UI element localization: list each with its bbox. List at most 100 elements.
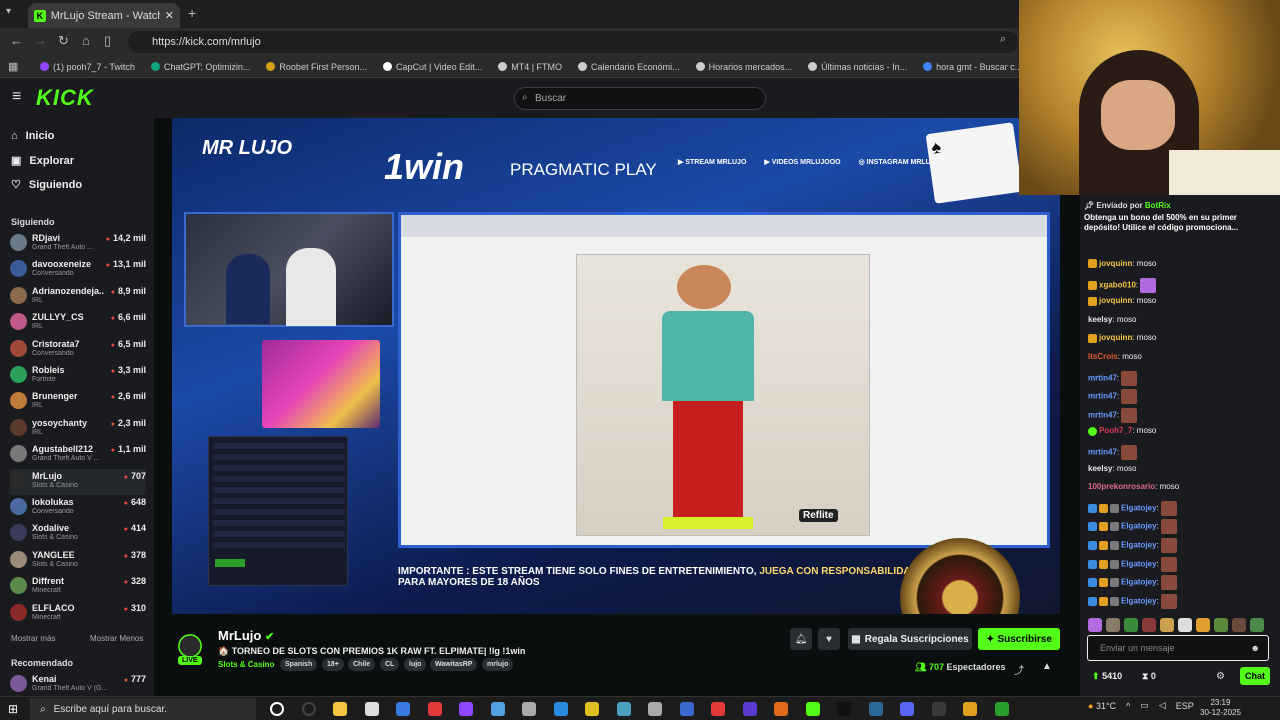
tag[interactable]: Chile xyxy=(348,658,376,671)
language-indicator[interactable]: ESP xyxy=(1176,701,1194,711)
browser-tab[interactable]: K MrLujo Stream - Watch Liv... ✕ xyxy=(28,3,180,28)
bookmark-item[interactable]: CapCut | Video Edit... xyxy=(382,62,482,72)
sidebar-channel-adrianozendeja-[interactable]: Adrianozendeja...IRL 8,9 mil xyxy=(10,284,146,310)
emote[interactable] xyxy=(1250,618,1264,632)
sidebar-channel-cristorata7[interactable]: Cristorata7Conversando 6,5 mil xyxy=(10,337,146,363)
video-player[interactable]: MR LUJO 1win PRAGMATIC PLAY ▶ STREAM MRL… xyxy=(172,118,1060,614)
show-less-link[interactable]: Mostrar Menos xyxy=(90,634,143,643)
app-icon[interactable] xyxy=(396,702,410,716)
notepad-icon[interactable] xyxy=(364,702,379,716)
clock[interactable]: 23:19 30-12-2025 xyxy=(1200,698,1241,718)
zoom-search-icon[interactable]: ⌕ xyxy=(1000,33,1006,46)
chat-username[interactable]: Elgatojey xyxy=(1121,559,1157,568)
file-explorer-icon[interactable] xyxy=(333,702,347,716)
twitch-icon[interactable] xyxy=(459,702,473,716)
emote[interactable] xyxy=(1178,618,1192,632)
bookmark-item[interactable]: Calendario Económi... xyxy=(578,62,680,72)
sidebar-channel-mrlujo[interactable]: MrLujoSlots & Casino 707 xyxy=(10,468,146,495)
kick-logo[interactable]: KICK xyxy=(36,85,94,111)
search-input[interactable]: ⌕ Buscar xyxy=(514,87,766,110)
bookmark-item[interactable]: Roobet First Person... xyxy=(266,62,367,72)
home-icon[interactable]: ⌂ xyxy=(82,33,90,48)
app-icon[interactable] xyxy=(427,702,442,716)
bookmark-item[interactable]: ChatGPT: Optimizin... xyxy=(150,62,250,72)
chat-username[interactable]: Elgatojey xyxy=(1121,578,1157,587)
split-view-icon[interactable]: ▯ xyxy=(104,33,111,49)
timer-count[interactable]: ⧗ 0 xyxy=(1142,671,1156,682)
chat-username[interactable]: jovquinn xyxy=(1099,333,1132,342)
streamer-name[interactable]: MrLujo ✔ xyxy=(218,628,274,643)
chat-username[interactable]: 100prekonrosario xyxy=(1088,482,1155,491)
tag[interactable]: lujo xyxy=(404,658,427,671)
windows-start-icon[interactable]: ⊞ xyxy=(8,702,22,716)
sidebar-channel-diffrent[interactable]: DiffrentMinecraft 328 xyxy=(10,574,146,600)
app-icon[interactable] xyxy=(616,702,631,716)
app-icon[interactable] xyxy=(585,702,599,716)
emote[interactable] xyxy=(1160,618,1174,632)
chat-username[interactable]: mrtin47 xyxy=(1088,410,1117,419)
app-icon[interactable] xyxy=(994,702,1009,716)
weather[interactable]: ● 31°C xyxy=(1088,701,1116,711)
chat-username[interactable]: Elgatojey xyxy=(1121,503,1157,512)
emote[interactable] xyxy=(1124,618,1138,632)
zoom-icon[interactable] xyxy=(553,702,568,716)
sidebar-channel-davooxeneize[interactable]: davooxeneizeConversando 13,1 mil xyxy=(10,257,146,283)
sidebar-channel-robleis[interactable]: RobleisFortnite 3,3 mil xyxy=(10,363,146,389)
bookmark-item[interactable]: Horarios mercados... xyxy=(695,62,792,72)
gift-subs-button[interactable]: ▦ Regala Suscripciones xyxy=(848,628,972,650)
apps-icon[interactable]: ▦ xyxy=(8,60,18,73)
forward-icon[interactable]: → xyxy=(34,33,47,48)
tiktok-icon[interactable] xyxy=(837,702,851,716)
reload-icon[interactable]: ↻ xyxy=(58,33,69,49)
chat-username[interactable]: jovquinn xyxy=(1099,259,1132,268)
app-icon[interactable] xyxy=(742,702,757,716)
app-icon[interactable] xyxy=(774,702,788,716)
bookmark-item[interactable]: MT4 | FTMO xyxy=(498,62,562,72)
app-icon[interactable] xyxy=(648,702,662,716)
chat-username[interactable]: Pooh7_7 xyxy=(1099,426,1132,435)
nav-explorar[interactable]: ▣ Explorar xyxy=(11,154,74,168)
emote[interactable] xyxy=(1142,618,1156,632)
tab-list-icon[interactable]: ▾ xyxy=(6,6,11,17)
tag[interactable]: Spanish xyxy=(280,658,318,671)
network-icon[interactable]: ▭ xyxy=(1140,700,1149,711)
sidebar-channel-rdjavi[interactable]: RDjaviGrand Theft Auto ... 14,2 mil xyxy=(10,231,146,257)
emote[interactable] xyxy=(1088,618,1102,632)
steam-icon[interactable] xyxy=(868,702,883,716)
emote[interactable] xyxy=(1196,618,1210,632)
stream-category[interactable]: Slots & Casino xyxy=(218,660,274,669)
emote[interactable] xyxy=(1214,618,1228,632)
chat-username[interactable]: keelsy xyxy=(1088,315,1112,324)
chat-username[interactable]: Elgatojey xyxy=(1121,522,1157,531)
app-icon[interactable] xyxy=(711,702,725,716)
app-icon[interactable] xyxy=(522,702,536,716)
chat-username[interactable]: xgabo010 xyxy=(1099,280,1136,289)
bookmark-item[interactable]: hora gmt - Buscar c... xyxy=(923,62,1022,72)
discord-icon[interactable] xyxy=(900,702,914,716)
settings-gear-icon[interactable]: ⚙ xyxy=(1216,671,1225,682)
chat-input[interactable]: Enviar un mensaje ☻ xyxy=(1087,635,1269,661)
tag[interactable]: WawitasRP xyxy=(430,658,478,671)
emote[interactable] xyxy=(1106,618,1120,632)
task-view-icon[interactable] xyxy=(301,702,316,716)
sidebar-channel-lokolukas[interactable]: lokolukasConversando 648 xyxy=(10,495,146,521)
sidebar-channel-brunenger[interactable]: BrunengerIRL 2,6 mil xyxy=(10,389,146,415)
taskbar-search[interactable]: ⌕ Escribe aquí para buscar. xyxy=(30,698,256,720)
app-icon[interactable] xyxy=(679,702,694,716)
nav-siguiendo[interactable]: ♡ Siguiendo xyxy=(11,178,82,192)
notification-bell-button[interactable]: 🔔︎ xyxy=(790,628,812,650)
volume-icon[interactable]: ◁ xyxy=(1159,700,1166,711)
obs-icon[interactable] xyxy=(931,702,946,716)
follow-button[interactable]: ♥ xyxy=(818,628,840,650)
sidebar-channel-kenai[interactable]: KenaiGrand Theft Auto V (G... 777 xyxy=(10,672,146,698)
tag[interactable]: 18+ xyxy=(322,658,344,671)
chat-username[interactable]: Elgatojey xyxy=(1121,596,1157,605)
emoji-icon[interactable]: ☻ xyxy=(1251,643,1260,653)
channel-points[interactable]: ⬆ 5410 xyxy=(1092,671,1122,682)
share-icon[interactable]: ⤴ xyxy=(1014,662,1024,677)
subscribe-button[interactable]: ✦ Suscribirse xyxy=(978,628,1060,650)
cortana-icon[interactable] xyxy=(270,702,284,716)
chat-username[interactable]: mrtin47 xyxy=(1088,448,1117,457)
back-icon[interactable]: ← xyxy=(10,33,23,48)
show-more-link[interactable]: Mostrar más xyxy=(11,634,55,643)
